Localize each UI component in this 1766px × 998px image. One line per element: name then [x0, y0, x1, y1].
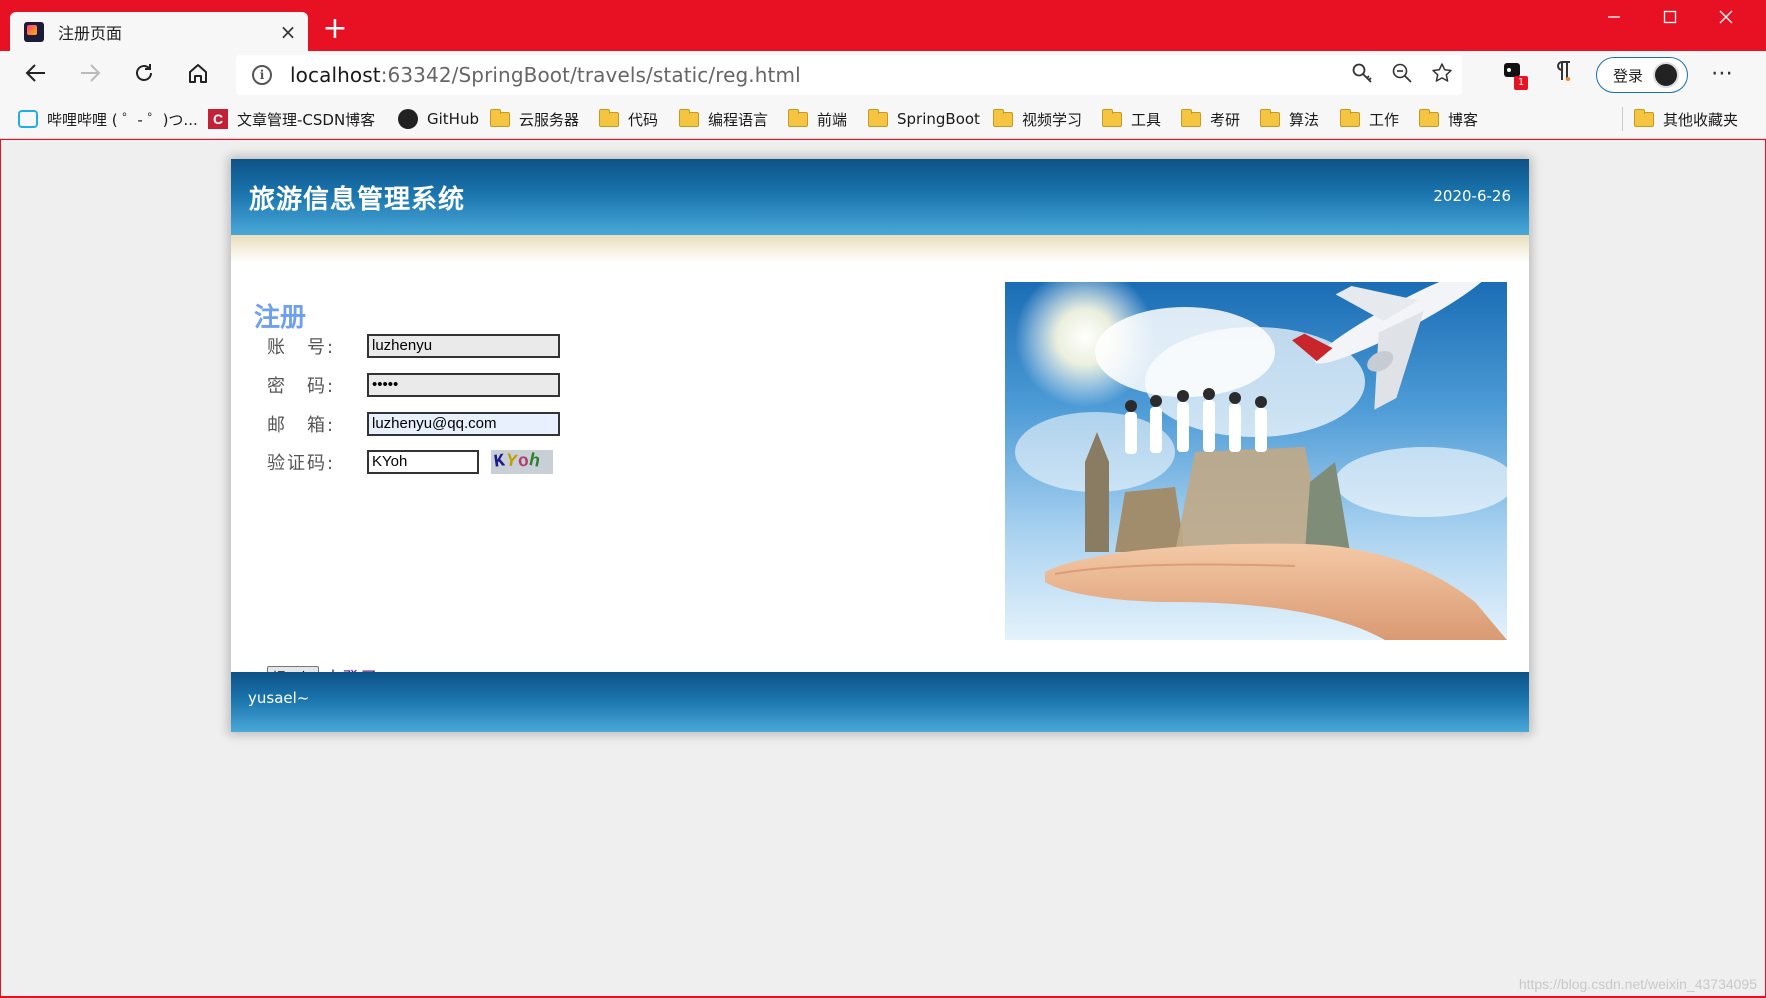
- site-title: 旅游信息管理系统: [249, 185, 466, 215]
- folder-icon: [1340, 108, 1360, 127]
- signin-button[interactable]: 登录: [1596, 57, 1688, 93]
- folder-icon: [1102, 108, 1122, 127]
- forward-icon[interactable]: [73, 59, 107, 93]
- bookmark-folder[interactable]: 考研: [1181, 107, 1240, 131]
- header-date: 2020-6-26: [1433, 187, 1511, 205]
- pilcrow-extension-icon[interactable]: [1546, 60, 1580, 92]
- password-label: 密 码:: [267, 376, 336, 397]
- folder-icon: [1419, 108, 1439, 127]
- bilibili-icon: [18, 110, 38, 128]
- email-row: 邮 箱: luzhenyu@qq.com: [267, 412, 560, 436]
- bookmark-folder[interactable]: 编程语言: [679, 107, 768, 131]
- folder-icon: [788, 108, 808, 127]
- address-bar[interactable]: i localhost:63342/SpringBoot/travels/sta…: [236, 55, 1462, 95]
- intellij-favicon-icon: [24, 21, 44, 42]
- csdn-icon: C: [208, 109, 228, 129]
- home-icon[interactable]: [181, 59, 215, 93]
- folder-icon: [1181, 108, 1201, 127]
- folder-icon: [599, 108, 619, 127]
- folder-icon: [1634, 108, 1654, 127]
- password-input[interactable]: •••••: [367, 373, 560, 397]
- extension-icon[interactable]: 1: [1496, 60, 1530, 92]
- close-window-icon[interactable]: [1698, 0, 1754, 40]
- account-input[interactable]: luzhenyu: [367, 334, 560, 358]
- new-tab-icon[interactable]: +: [318, 14, 352, 48]
- email-input[interactable]: luzhenyu@qq.com: [367, 412, 560, 436]
- browser-window: 注册页面 × + i localhost:63342/SpringBoot/tr…: [0, 0, 1766, 998]
- search-key-icon[interactable]: [1342, 62, 1382, 89]
- site-header: 旅游信息管理系统 2020-6-26: [231, 159, 1529, 235]
- bookmarks-bar: 哔哩哔哩 ( ゜- ゜)つ... C 文章管理-CSDN博客 GitHub 云服务…: [0, 99, 1766, 139]
- url-text[interactable]: localhost:63342/SpringBoot/travels/stati…: [290, 63, 1342, 87]
- refresh-icon[interactable]: [127, 59, 161, 93]
- register-title: 注册: [254, 303, 307, 333]
- captcha-input[interactable]: KYoh: [367, 450, 479, 474]
- navigation-bar: i localhost:63342/SpringBoot/travels/sta…: [0, 51, 1766, 99]
- folder-icon: [490, 108, 510, 127]
- captcha-char: h: [527, 450, 544, 474]
- page-container: 旅游信息管理系统 2020-6-26 注册 账 号: luzhenyu 密 码:…: [231, 159, 1529, 732]
- bookmark-folder[interactable]: SpringBoot: [868, 107, 980, 131]
- folder-icon: [993, 108, 1013, 127]
- tab-title: 注册页面: [58, 23, 123, 43]
- bookmark-folder[interactable]: 代码: [599, 107, 658, 131]
- other-bookmarks-folder[interactable]: 其他收藏夹: [1634, 107, 1738, 131]
- zoom-out-icon[interactable]: [1382, 62, 1422, 89]
- folder-icon: [1260, 108, 1280, 127]
- captcha-label: 验证码:: [267, 453, 336, 474]
- csdn-watermark: https://blog.csdn.net/weixin_43734095: [1518, 976, 1757, 992]
- site-info-icon[interactable]: i: [252, 65, 272, 85]
- back-icon[interactable]: [19, 59, 53, 93]
- captcha-row: 验证码: KYoh KYoh: [267, 450, 553, 474]
- account-label: 账 号:: [267, 337, 336, 358]
- tab-bar: 注册页面 × +: [0, 0, 1766, 51]
- bookmark-folder[interactable]: 算法: [1260, 107, 1319, 131]
- bookmark-folder[interactable]: 前端: [788, 107, 847, 131]
- password-row: 密 码: •••••: [267, 373, 560, 397]
- page-viewport: 旅游信息管理系统 2020-6-26 注册 账 号: luzhenyu 密 码:…: [1, 140, 1765, 996]
- bookmark-separator: [1622, 107, 1623, 131]
- account-row: 账 号: luzhenyu: [267, 334, 560, 358]
- email-label: 邮 箱:: [267, 415, 336, 436]
- captcha-image[interactable]: KYoh: [491, 450, 553, 474]
- folder-icon: [868, 108, 888, 127]
- extension-badge: 1: [1514, 76, 1528, 90]
- favorite-star-icon[interactable]: [1422, 62, 1462, 89]
- more-menu-icon[interactable]: ⋯: [1702, 59, 1742, 93]
- github-icon: [398, 109, 418, 129]
- footer-text: yusael~: [248, 689, 310, 707]
- browser-tab[interactable]: 注册页面 ×: [10, 12, 308, 51]
- bookmark-folder[interactable]: 工具: [1102, 107, 1161, 131]
- bookmark-folder[interactable]: 工作: [1340, 107, 1399, 131]
- maximize-icon[interactable]: [1642, 0, 1698, 40]
- bookmark-folder[interactable]: 云服务器: [490, 107, 579, 131]
- minimize-icon[interactable]: [1586, 0, 1642, 40]
- bookmark-folder[interactable]: 博客: [1419, 107, 1478, 131]
- site-footer: yusael~: [231, 672, 1529, 732]
- travel-hero-image: [1005, 282, 1507, 640]
- folder-icon: [679, 108, 699, 127]
- bookmark-item[interactable]: 哔哩哔哩 ( ゜- ゜)つ...: [18, 107, 198, 131]
- bookmark-folder[interactable]: 视频学习: [993, 107, 1082, 131]
- tab-close-icon[interactable]: ×: [274, 20, 302, 44]
- header-band: [231, 235, 1529, 263]
- profile-avatar-icon: [1653, 62, 1680, 88]
- bookmark-item[interactable]: GitHub: [398, 107, 479, 131]
- signin-label: 登录: [1613, 66, 1644, 85]
- bookmark-item[interactable]: C 文章管理-CSDN博客: [208, 107, 375, 131]
